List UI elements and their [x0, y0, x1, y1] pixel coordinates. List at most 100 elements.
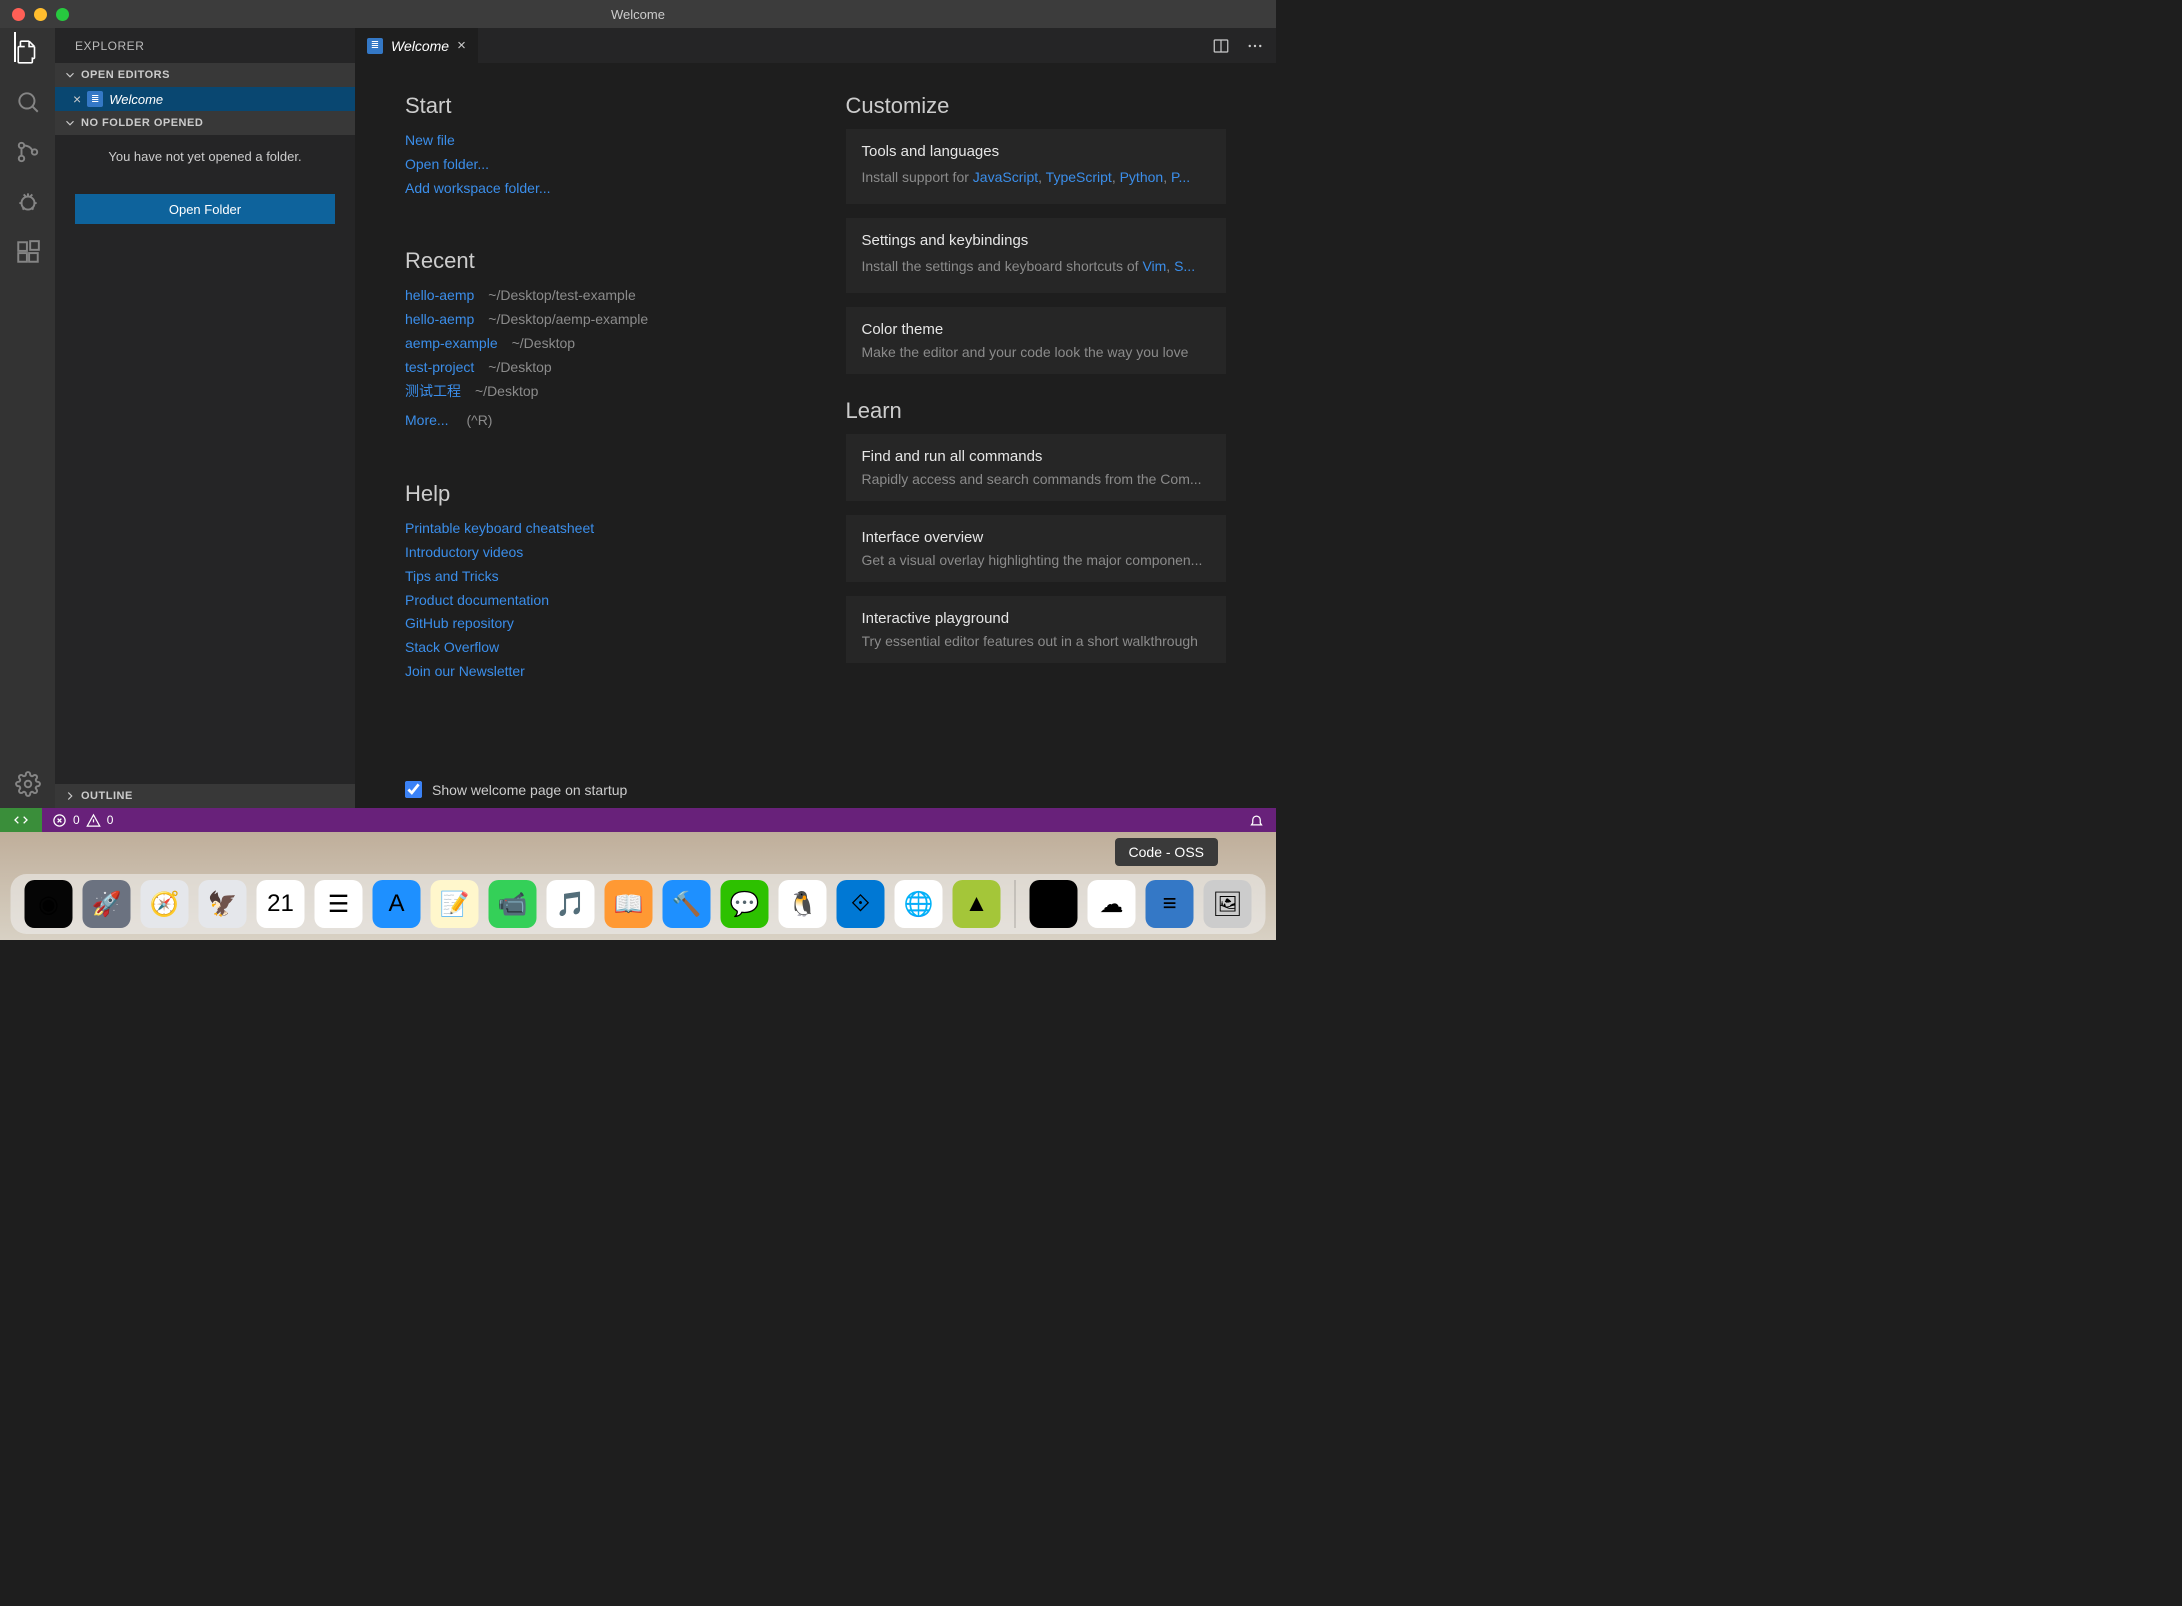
open-editors-section[interactable]: OPEN EDITORS — [55, 63, 355, 87]
open-folder-button[interactable]: Open Folder — [75, 194, 335, 224]
status-bar: 0 0 — [0, 808, 1276, 832]
help-link[interactable]: Printable keyboard cheatsheet — [405, 517, 786, 541]
recent-more-link[interactable]: More... — [405, 412, 449, 428]
open-editor-label: Welcome — [109, 92, 163, 107]
dock-reminders-icon[interactable]: ☰ — [315, 880, 363, 928]
help-link[interactable]: Join our Newsletter — [405, 660, 786, 684]
help-link[interactable]: Stack Overflow — [405, 636, 786, 660]
extensions-icon[interactable] — [14, 238, 42, 266]
maximize-window-button[interactable] — [56, 8, 69, 21]
card-subtitle: Install support for JavaScript, TypeScri… — [862, 166, 1211, 190]
recent-name[interactable]: test-project — [405, 359, 474, 375]
start-link[interactable]: Open folder... — [405, 153, 786, 177]
debug-icon[interactable] — [14, 188, 42, 216]
remote-indicator[interactable] — [0, 808, 42, 832]
recent-item[interactable]: test-project~/Desktop — [405, 356, 786, 380]
recent-item[interactable]: 测试工程 ~/Desktop — [405, 380, 786, 404]
problems-status[interactable]: 0 0 — [42, 813, 123, 828]
start-link[interactable]: New file — [405, 129, 786, 153]
recent-item[interactable]: hello-aemp ~/Desktop/test-example — [405, 284, 786, 308]
minimize-window-button[interactable] — [34, 8, 47, 21]
help-link[interactable]: Product documentation — [405, 589, 786, 613]
recent-path: ~/Desktop — [475, 383, 538, 399]
welcome-left-column: Start New fileOpen folder...Add workspac… — [405, 93, 786, 761]
dock-safari-icon[interactable]: 🧭 — [141, 880, 189, 928]
start-section: Start New fileOpen folder...Add workspac… — [405, 93, 786, 200]
learn-section: Learn Find and run all commandsRapidly a… — [846, 398, 1227, 663]
inline-link[interactable]: TypeScript — [1046, 169, 1112, 185]
close-icon[interactable]: × — [73, 91, 81, 107]
dock-preview-icon[interactable]: 🖼 — [1204, 880, 1252, 928]
welcome-file-icon: ≣ — [87, 91, 103, 107]
dock-calendar-icon[interactable]: 21 — [257, 880, 305, 928]
recent-path: ~/Desktop/test-example — [488, 287, 635, 303]
tab-welcome[interactable]: ≣ Welcome × — [355, 28, 479, 63]
recent-item[interactable]: aemp-example ~/Desktop — [405, 332, 786, 356]
dock-vscode-icon[interactable]: ⟐ — [837, 880, 885, 928]
error-count: 0 — [73, 813, 80, 827]
explorer-icon[interactable] — [14, 38, 42, 66]
learn-card[interactable]: Interface overviewGet a visual overlay h… — [846, 515, 1227, 582]
start-link[interactable]: Add workspace folder... — [405, 177, 786, 201]
customize-card[interactable]: Color themeMake the editor and your code… — [846, 307, 1227, 374]
split-editor-icon[interactable] — [1212, 37, 1230, 55]
dock-separator — [1015, 880, 1016, 928]
inline-link[interactable]: JavaScript — [973, 169, 1038, 185]
inline-link[interactable]: P... — [1171, 169, 1190, 185]
dock-terminal-icon[interactable]: >_ — [1030, 880, 1078, 928]
source-control-icon[interactable] — [14, 138, 42, 166]
customize-card[interactable]: Settings and keybindingsInstall the sett… — [846, 218, 1227, 293]
dock-code-oss-icon[interactable]: ≡ — [1146, 880, 1194, 928]
recent-item[interactable]: hello-aemp~/Desktop/aemp-example — [405, 308, 786, 332]
recent-path: ~/Desktop — [512, 335, 575, 351]
recent-more-hint: (^R) — [466, 412, 492, 428]
dock-chrome-icon[interactable]: 🌐 — [895, 880, 943, 928]
dock-notes-icon[interactable]: 📝 — [431, 880, 479, 928]
error-icon — [52, 813, 67, 828]
inline-link[interactable]: S... — [1174, 258, 1195, 274]
dock-mail-icon[interactable]: 🦅 — [199, 880, 247, 928]
inline-link[interactable]: Vim — [1142, 258, 1166, 274]
more-actions-icon[interactable] — [1246, 37, 1264, 55]
show-welcome-checkbox[interactable] — [405, 781, 422, 798]
recent-name[interactable]: hello-aemp — [405, 311, 474, 327]
dock-appstore-icon[interactable]: A — [373, 880, 421, 928]
learn-card[interactable]: Interactive playgroundTry essential edit… — [846, 596, 1227, 663]
outline-section[interactable]: OUTLINE — [55, 784, 355, 808]
card-title: Find and run all commands — [862, 448, 1211, 465]
no-folder-section[interactable]: NO FOLDER OPENED — [55, 111, 355, 135]
dock-wechat-icon[interactable]: 💬 — [721, 880, 769, 928]
dock-qq-icon[interactable]: 🐧 — [779, 880, 827, 928]
recent-name[interactable]: 测试工程 — [405, 383, 461, 399]
recent-name[interactable]: aemp-example — [405, 335, 498, 351]
dock-siri-icon[interactable]: ◉ — [25, 880, 73, 928]
card-title: Tools and languages — [862, 143, 1211, 160]
settings-gear-icon[interactable] — [14, 770, 42, 798]
open-editor-welcome[interactable]: × ≣ Welcome — [55, 87, 355, 111]
activity-bar — [0, 28, 55, 808]
help-link[interactable]: Tips and Tricks — [405, 565, 786, 589]
dock-android-studio-icon[interactable]: ▲ — [953, 880, 1001, 928]
close-tab-icon[interactable]: × — [457, 37, 466, 54]
learn-heading: Learn — [846, 398, 1227, 424]
dock-facetime-icon[interactable]: 📹 — [489, 880, 537, 928]
warning-count: 0 — [107, 813, 114, 827]
dock-music-icon[interactable]: 🎵 — [547, 880, 595, 928]
learn-card[interactable]: Find and run all commandsRapidly access … — [846, 434, 1227, 501]
recent-name[interactable]: hello-aemp — [405, 287, 474, 303]
dock-baidu-icon[interactable]: ☁ — [1088, 880, 1136, 928]
help-link[interactable]: Introductory videos — [405, 541, 786, 565]
window-title: Welcome — [611, 7, 665, 22]
dock-xcode-icon[interactable]: 🔨 — [663, 880, 711, 928]
card-title: Settings and keybindings — [862, 232, 1211, 249]
help-link[interactable]: GitHub repository — [405, 612, 786, 636]
search-icon[interactable] — [14, 88, 42, 116]
inline-link[interactable]: Python — [1120, 169, 1164, 185]
close-window-button[interactable] — [12, 8, 25, 21]
tab-label: Welcome — [391, 38, 449, 54]
bell-icon[interactable] — [1249, 813, 1264, 828]
dock-launchpad-icon[interactable]: 🚀 — [83, 880, 131, 928]
show-welcome-label: Show welcome page on startup — [432, 782, 627, 798]
customize-card[interactable]: Tools and languages Install support for J… — [846, 129, 1227, 204]
dock-ibooks-icon[interactable]: 📖 — [605, 880, 653, 928]
